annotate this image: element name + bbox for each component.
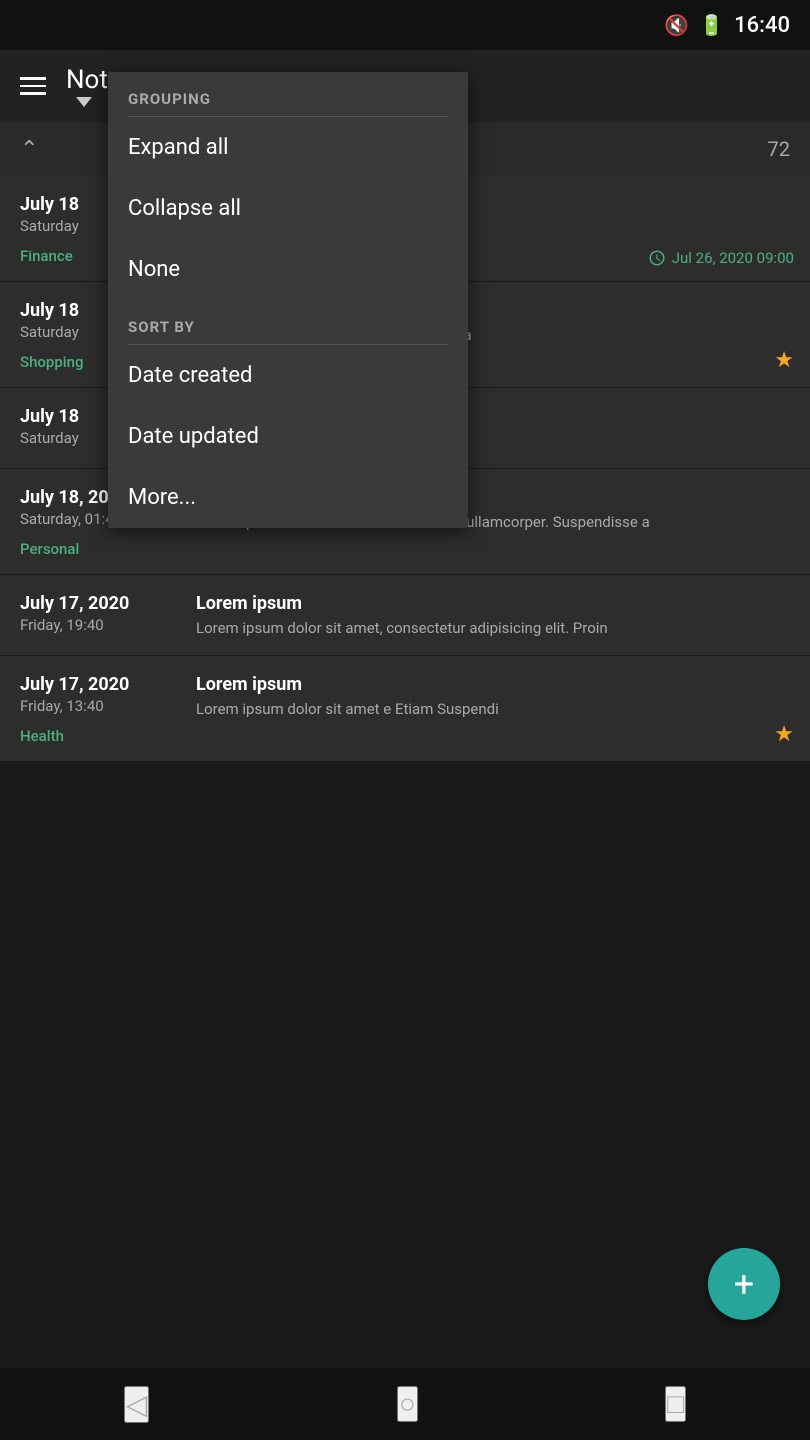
reminder-date: Jul 26, 2020 09:00 <box>672 249 794 267</box>
grouping-dropdown: GROUPING Expand all Collapse all None SO… <box>108 72 468 528</box>
collapse-chevron-icon[interactable]: ⌃ <box>20 137 38 162</box>
add-note-fab[interactable]: + <box>708 1248 780 1320</box>
note-date-section: July 17, 2020 Friday, 19:40 <box>20 593 180 639</box>
note-body: Lorem ipsum dolor sit amet e Etiam Suspe… <box>196 699 790 720</box>
status-bar: 🔇 🔋 16:40 <box>0 0 810 50</box>
hamburger-menu-button[interactable] <box>20 77 46 95</box>
note-date-sub: Friday, 19:40 <box>20 616 180 634</box>
note-tag: Health <box>20 727 180 745</box>
note-title: Lorem ipsum <box>196 593 790 614</box>
note-body: Lorem ipsum dolor sit amet, consectetur … <box>196 618 790 639</box>
group-count: 72 <box>768 137 790 161</box>
note-reminder: Jul 26, 2020 09:00 <box>648 249 794 267</box>
note-tag: Personal <box>20 540 180 558</box>
star-icon: ★ <box>774 348 794 373</box>
recents-button[interactable]: □ <box>665 1386 686 1422</box>
battery-icon: 🔋 <box>699 13 724 37</box>
title-arrow-icon <box>76 97 92 107</box>
note-content: Lorem ipsum Lorem ipsum dolor sit amet, … <box>196 593 790 639</box>
more-item[interactable]: More... <box>108 467 468 528</box>
collapse-all-item[interactable]: Collapse all <box>108 178 468 239</box>
grouping-section-title: GROUPING <box>108 72 468 116</box>
date-created-item[interactable]: Date created <box>108 345 468 406</box>
note-date-main: July 17, 2020 <box>20 593 180 614</box>
note-date-sub: Friday, 13:40 <box>20 697 180 715</box>
date-updated-item[interactable]: Date updated <box>108 406 468 467</box>
note-date-main: July 17, 2020 <box>20 674 180 695</box>
home-button[interactable]: ○ <box>397 1386 418 1422</box>
note-content: Lorem ipsum Lorem ipsum dolor sit amet e… <box>196 674 790 745</box>
status-time: 16:40 <box>734 13 790 38</box>
star-icon: ★ <box>774 722 794 747</box>
note-date-section: July 17, 2020 Friday, 13:40 Health <box>20 674 180 745</box>
status-icons: 🔇 🔋 16:40 <box>664 13 790 38</box>
note-card[interactable]: July 17, 2020 Friday, 13:40 Health Lorem… <box>0 656 810 762</box>
expand-all-item[interactable]: Expand all <box>108 117 468 178</box>
note-title: Lorem ipsum <box>196 674 790 695</box>
nav-bar: ◁ ○ □ <box>0 1368 810 1440</box>
back-button[interactable]: ◁ <box>124 1386 150 1423</box>
sort-by-section-title: SORT BY <box>108 300 468 344</box>
none-item[interactable]: None <box>108 239 468 300</box>
note-card[interactable]: July 17, 2020 Friday, 19:40 Lorem ipsum … <box>0 575 810 656</box>
add-icon: + <box>734 1263 754 1305</box>
sim-icon: 🔇 <box>664 13 689 37</box>
